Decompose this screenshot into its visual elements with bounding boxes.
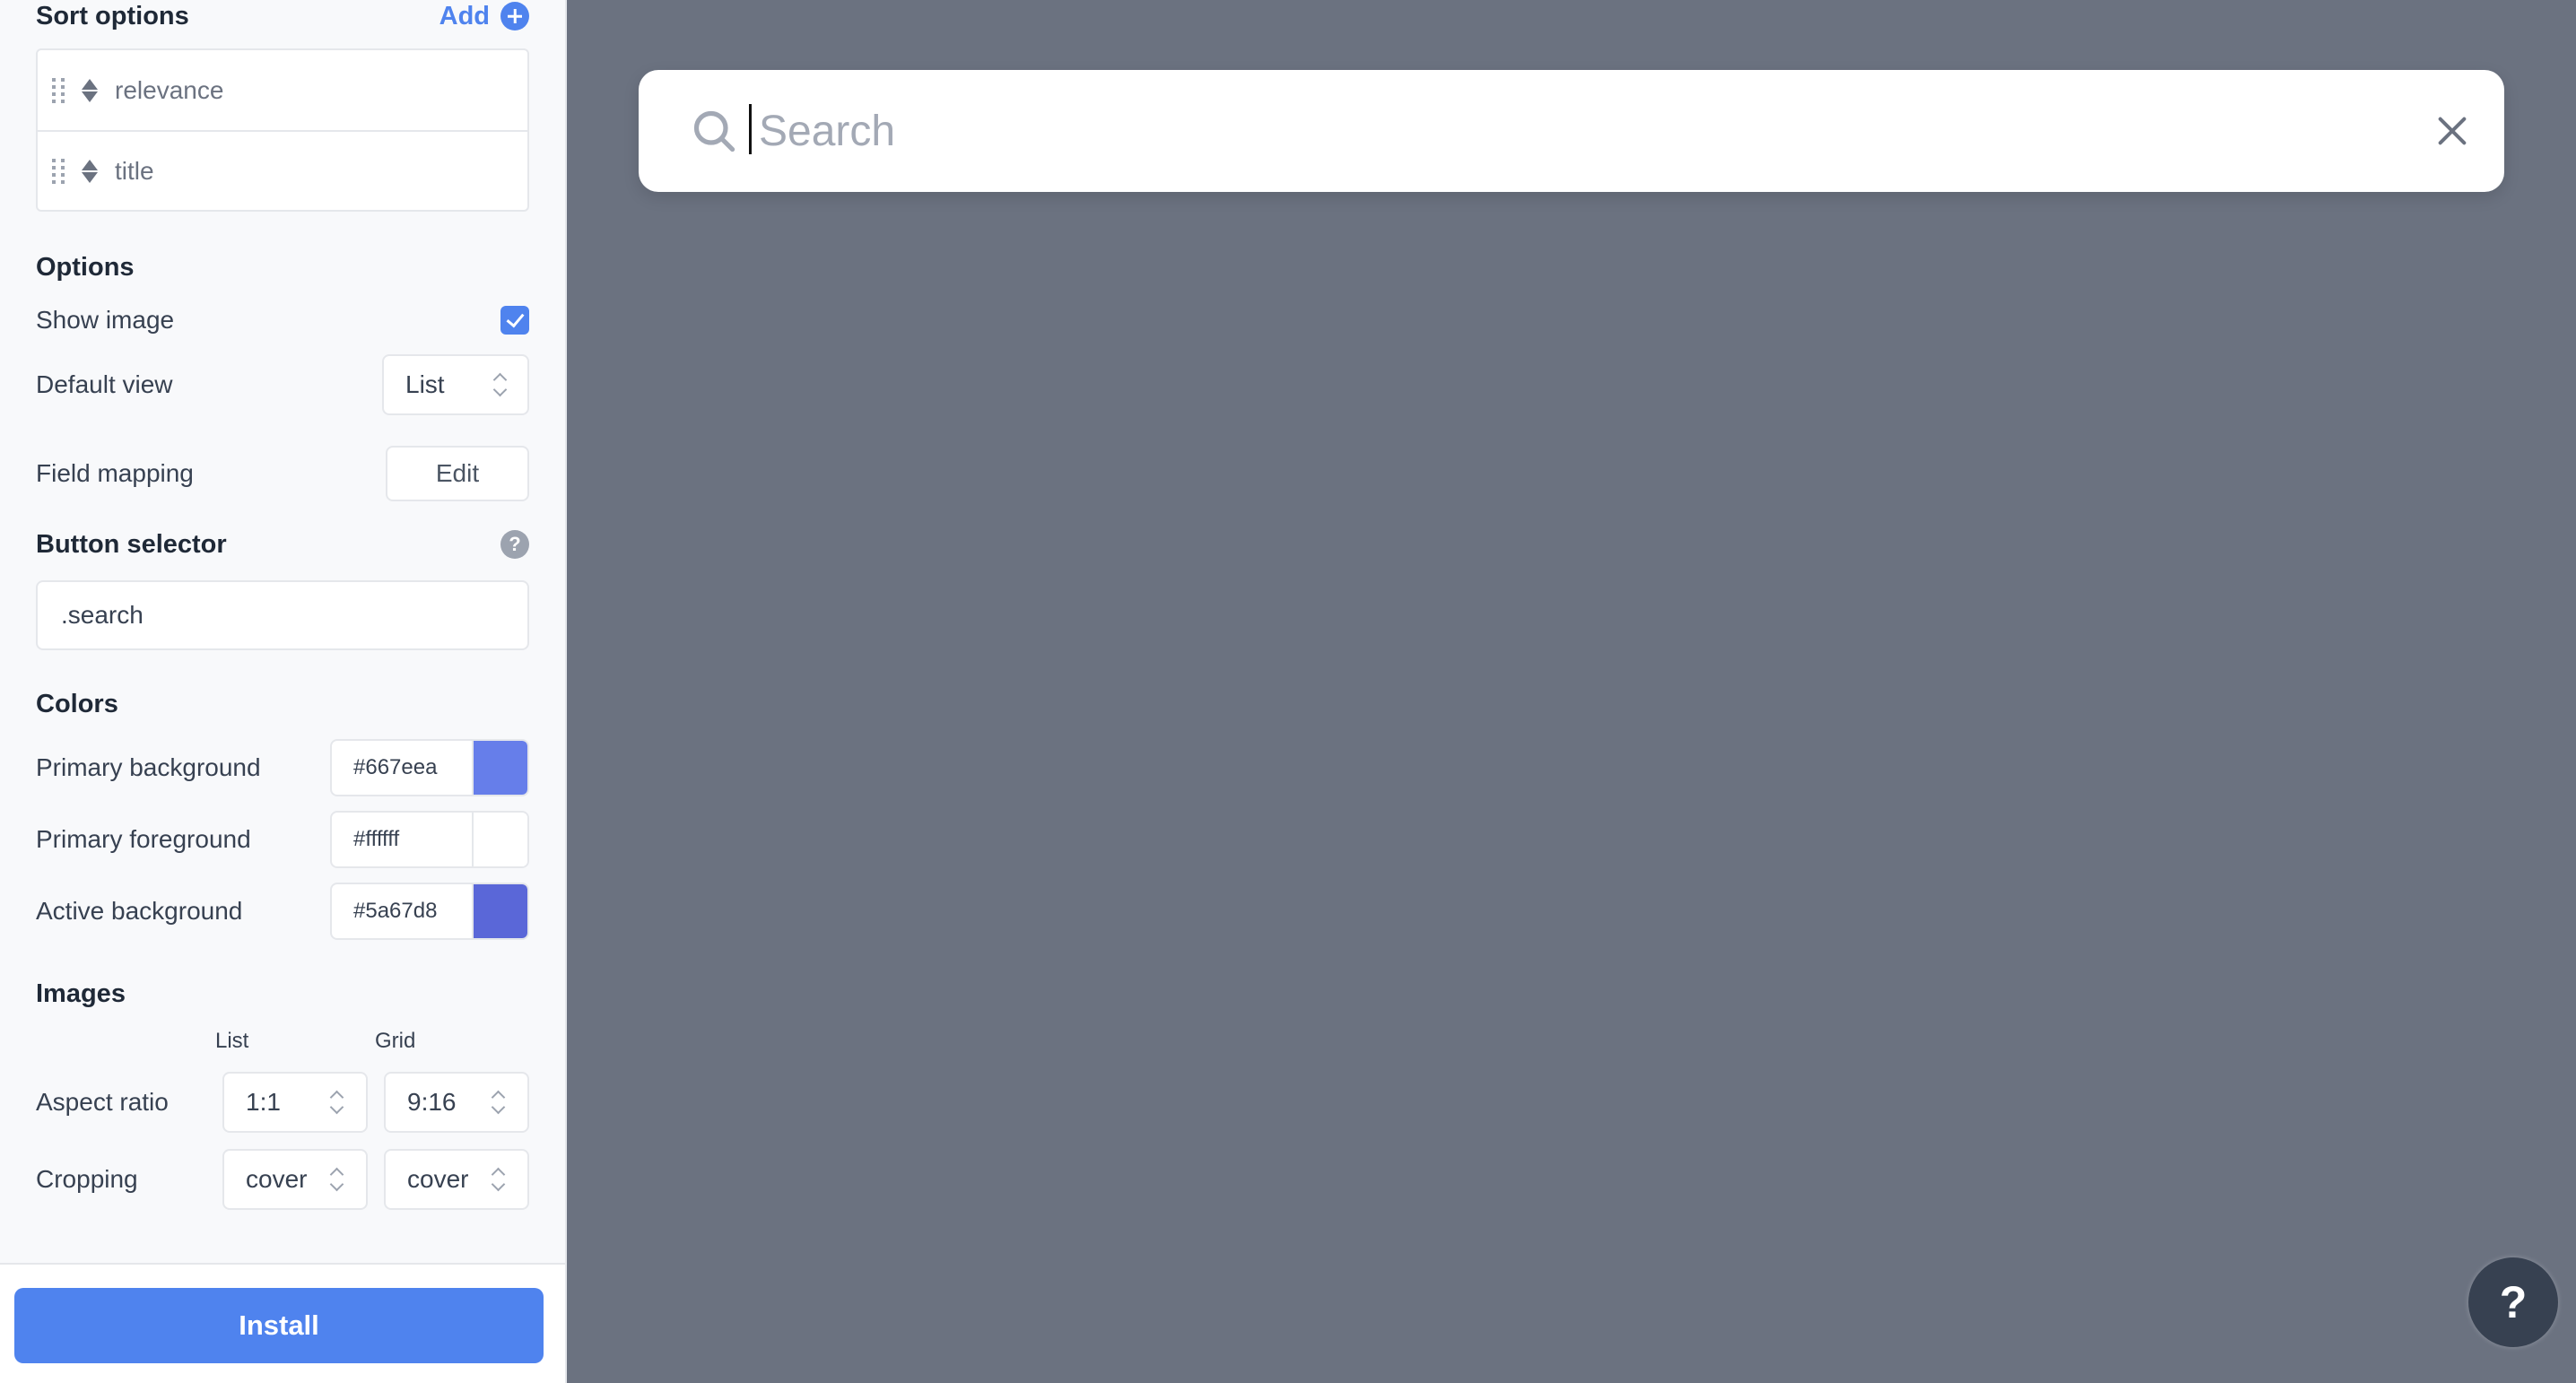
search-bar[interactable] bbox=[639, 70, 2504, 192]
chevron-up-down-icon bbox=[328, 1088, 346, 1117]
color-swatch[interactable] bbox=[472, 884, 527, 938]
sort-option-label: title bbox=[115, 156, 154, 185]
color-swatch[interactable] bbox=[472, 813, 527, 866]
options-title: Options bbox=[36, 253, 135, 282]
colors-title: Colors bbox=[36, 690, 118, 718]
color-swatch[interactable] bbox=[472, 741, 527, 795]
default-view-label: Default view bbox=[36, 370, 173, 398]
close-icon[interactable] bbox=[2434, 113, 2470, 149]
button-selector-title: Button selector bbox=[36, 529, 227, 559]
drag-handle-icon[interactable] bbox=[52, 77, 65, 104]
add-sort-option-button[interactable]: Add bbox=[439, 2, 529, 31]
images-title: Images bbox=[36, 979, 126, 1008]
search-icon bbox=[693, 110, 735, 152]
aspect-ratio-label: Aspect ratio bbox=[36, 1088, 169, 1116]
color-label: Primary foreground bbox=[36, 825, 251, 853]
sort-option-label: relevance bbox=[115, 75, 224, 104]
aspect-ratio-grid-value: 9:16 bbox=[407, 1088, 457, 1116]
color-label: Active background bbox=[36, 897, 243, 925]
field-mapping-edit-button[interactable]: Edit bbox=[386, 446, 529, 501]
aspect-ratio-grid-select[interactable]: 9:16 bbox=[384, 1072, 529, 1133]
color-hex-value[interactable]: #667eea bbox=[332, 741, 472, 795]
sort-options-header: Sort options Add bbox=[36, 0, 529, 32]
button-selector-header: Button selector ? bbox=[36, 526, 529, 562]
sort-option-row[interactable]: relevance bbox=[38, 50, 527, 130]
text-cursor bbox=[749, 104, 752, 154]
chevron-up-down-icon bbox=[490, 1165, 508, 1194]
color-row: Primary background #667eea bbox=[36, 739, 529, 796]
field-mapping-label: Field mapping bbox=[36, 459, 194, 487]
cropping-list-value: cover bbox=[246, 1165, 308, 1193]
sidebar-footer: Install bbox=[0, 1263, 565, 1383]
sort-direction-icon[interactable] bbox=[81, 77, 99, 104]
images-column-headers: List Grid bbox=[36, 1023, 529, 1059]
default-view-value: List bbox=[405, 370, 445, 398]
settings-sidebar: Sort options Add relevance title Options… bbox=[0, 0, 567, 1383]
list-column-header: List bbox=[215, 1029, 249, 1053]
install-button[interactable]: Install bbox=[14, 1288, 544, 1363]
search-input[interactable] bbox=[759, 100, 2373, 161]
color-label: Primary background bbox=[36, 753, 261, 781]
drag-handle-icon[interactable] bbox=[52, 158, 65, 185]
field-mapping-row: Field mapping Edit bbox=[36, 446, 529, 501]
button-selector-input[interactable]: .search bbox=[36, 580, 529, 650]
sort-options-list: relevance title bbox=[36, 48, 529, 212]
color-row: Active background #5a67d8 bbox=[36, 883, 529, 940]
default-view-row: Default view List bbox=[36, 354, 529, 415]
chevron-up-down-icon bbox=[492, 370, 509, 399]
sort-option-row[interactable]: title bbox=[38, 130, 527, 210]
cropping-label: Cropping bbox=[36, 1165, 138, 1193]
sidebar-scroll-area[interactable]: Sort options Add relevance title Options… bbox=[0, 0, 565, 1263]
color-field[interactable]: #ffffff bbox=[330, 811, 529, 868]
help-button[interactable]: ? bbox=[2468, 1257, 2558, 1347]
show-image-checkbox[interactable] bbox=[500, 306, 529, 335]
aspect-ratio-row: Aspect ratio 1:1 9:16 bbox=[36, 1072, 529, 1133]
show-image-label: Show image bbox=[36, 306, 175, 334]
default-view-select[interactable]: List bbox=[382, 354, 529, 415]
add-label: Add bbox=[439, 1, 490, 30]
help-icon[interactable]: ? bbox=[500, 530, 529, 559]
color-field[interactable]: #5a67d8 bbox=[330, 883, 529, 940]
show-image-row: Show image bbox=[36, 302, 529, 338]
color-hex-value[interactable]: #ffffff bbox=[332, 813, 472, 866]
color-field[interactable]: #667eea bbox=[330, 739, 529, 796]
grid-column-header: Grid bbox=[375, 1029, 416, 1053]
color-row: Primary foreground #ffffff bbox=[36, 811, 529, 868]
chevron-up-down-icon bbox=[490, 1088, 508, 1117]
cropping-grid-select[interactable]: cover bbox=[384, 1149, 529, 1210]
chevron-up-down-icon bbox=[328, 1165, 346, 1194]
color-hex-value[interactable]: #5a67d8 bbox=[332, 884, 472, 938]
aspect-ratio-list-value: 1:1 bbox=[246, 1088, 281, 1116]
aspect-ratio-list-select[interactable]: 1:1 bbox=[222, 1072, 368, 1133]
cropping-grid-value: cover bbox=[407, 1165, 469, 1193]
cropping-row: Cropping cover cover bbox=[36, 1149, 529, 1210]
sort-direction-icon[interactable] bbox=[81, 158, 99, 185]
sort-options-title: Sort options bbox=[36, 1, 189, 30]
cropping-list-select[interactable]: cover bbox=[222, 1149, 368, 1210]
plus-circle-icon bbox=[500, 2, 529, 30]
